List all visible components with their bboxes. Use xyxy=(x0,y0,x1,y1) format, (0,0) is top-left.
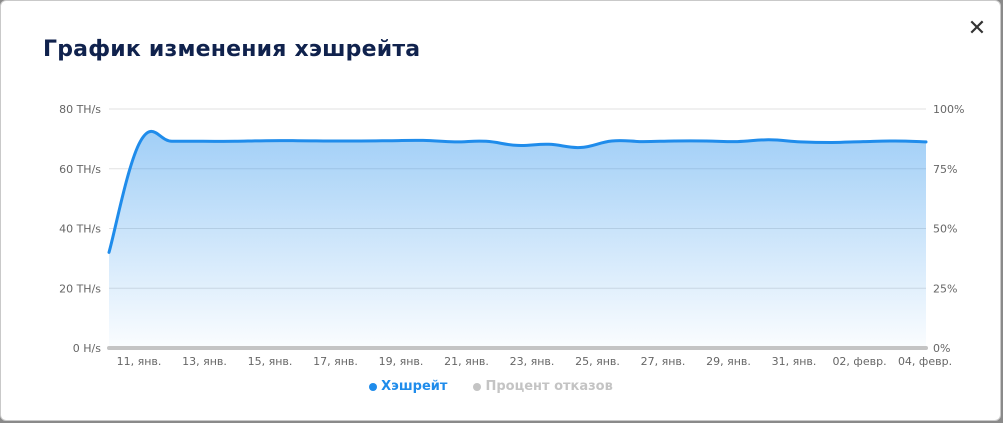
y-tick-label-left: 0 H/s xyxy=(73,342,101,355)
x-tick-label: 11, янв. xyxy=(117,355,162,368)
legend-marker-hashrate xyxy=(369,382,378,391)
y-tick-label-right: 25% xyxy=(933,282,957,295)
x-tick-label: 17, янв. xyxy=(313,355,358,368)
x-tick-label: 19, янв. xyxy=(379,355,424,368)
x-tick-label: 02, февр. xyxy=(832,355,886,368)
y-tick-label-left: 20 TH/s xyxy=(59,282,101,295)
legend-item-reject-rate[interactable]: Процент отказов xyxy=(473,379,613,394)
y-tick-label-left: 80 TH/s xyxy=(59,103,101,116)
legend-item-hashrate[interactable]: Хэшрейт xyxy=(369,379,447,394)
hashrate-chart-modal: График изменения хэшрейта ✕ 0 H/s 0% 20 TH… xyxy=(0,0,1001,421)
x-tick-label: 27, янв. xyxy=(641,355,686,368)
y-tick-label-right: 100% xyxy=(933,103,964,116)
y-tick-label-right: 0% xyxy=(933,342,950,355)
chart-legend: Хэшрейт Процент отказов xyxy=(1,379,981,394)
y-tick-label-right: 50% xyxy=(933,223,957,236)
legend-label-hashrate: Хэшрейт xyxy=(381,379,448,394)
y-tick-label-right: 75% xyxy=(933,163,957,176)
x-tick-label: 04, февр. xyxy=(898,355,952,368)
x-tick-label: 13, янв. xyxy=(182,355,227,368)
x-tick-label: 23, янв. xyxy=(510,355,555,368)
legend-marker-reject-rate xyxy=(473,382,482,391)
legend-label-reject-rate: Процент отказов xyxy=(485,379,613,394)
x-tick-label: 15, янв. xyxy=(248,355,293,368)
x-tick-label: 31, янв. xyxy=(772,355,817,368)
y-tick-label-left: 40 TH/s xyxy=(59,223,101,236)
hashrate-chart: 0 H/s 0% 20 TH/s 25% 40 TH/s 50% 60 TH/s 75% 80 … xyxy=(59,103,964,368)
hashrate-area xyxy=(109,131,926,348)
x-tick-label: 25, янв. xyxy=(575,355,620,368)
x-tick-label: 29, янв. xyxy=(706,355,751,368)
y-tick-label-left: 60 TH/s xyxy=(59,163,101,176)
x-tick-label: 21, янв. xyxy=(444,355,489,368)
